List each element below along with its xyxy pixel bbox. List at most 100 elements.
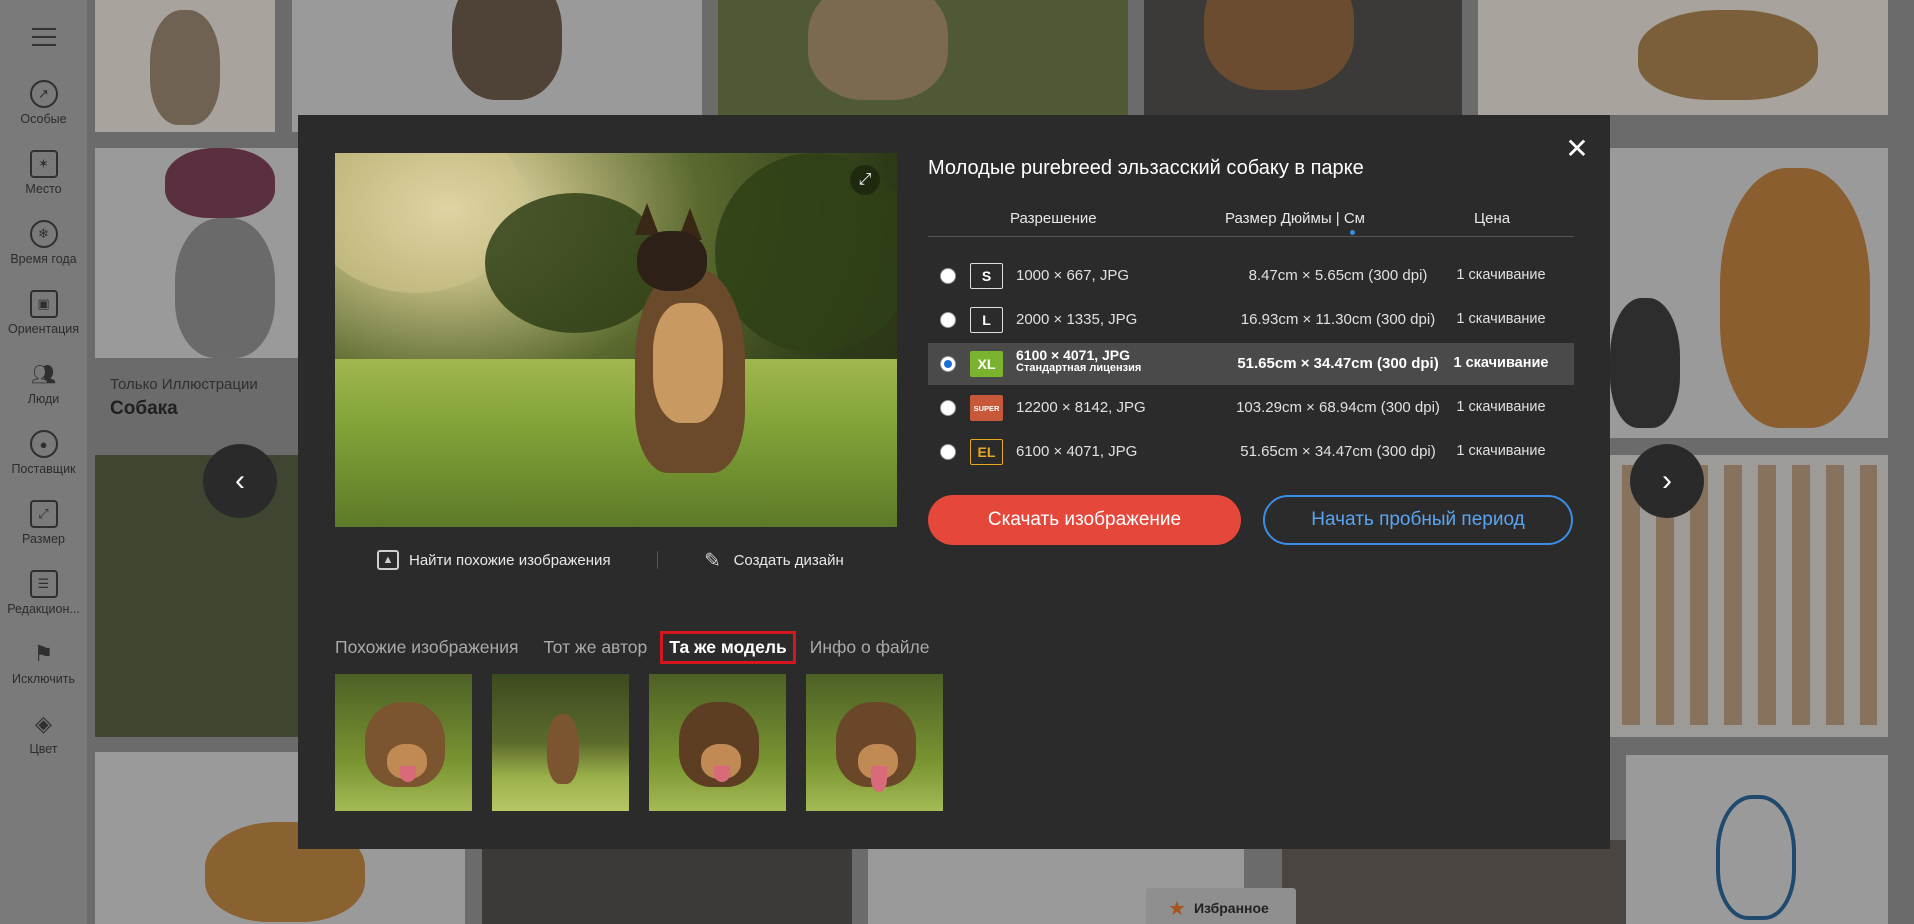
category-small-label: Только Иллюстрации (110, 376, 258, 393)
sidebar-item-orientation[interactable]: ▣ Ориентация (0, 290, 87, 336)
paint-bucket-icon: ◈ (35, 711, 52, 736)
star-icon: ★ (1168, 897, 1186, 920)
sidebar-item-label: Ориентация (8, 322, 79, 336)
sidebar-item-label: Редакцион... (7, 602, 80, 616)
orientation-icon: ▣ (29, 290, 58, 318)
size-option-row[interactable]: S 1000 × 667, JPG 8.47cm × 5.65cm (300 d… (928, 255, 1574, 297)
category-title[interactable]: Собака (110, 398, 178, 420)
image-preview-modal: ✕ ⤢ ▲ Найти похожие изображения ✎ Создат… (298, 115, 1610, 849)
sidebar-item-label: Особые (20, 112, 67, 126)
size-badge-el: EL (970, 439, 1003, 465)
next-image-button[interactable]: › (1630, 444, 1704, 518)
size-radio-selected[interactable] (940, 356, 956, 372)
sidebar-item-location[interactable]: ✶ Место (0, 150, 87, 196)
background-image[interactable] (1478, 0, 1888, 115)
trending-icon: ↗ (29, 80, 58, 108)
expand-icon[interactable]: ⤢ (850, 165, 880, 195)
size-badge-xl: XL (970, 351, 1003, 377)
tab-file-info[interactable]: Инфо о файле (810, 637, 930, 658)
download-button[interactable]: Скачать изображение (928, 495, 1241, 545)
favorites-button[interactable]: ★ Избранное (1146, 888, 1296, 924)
tab-same-author[interactable]: Тот же автор (543, 637, 647, 658)
editorial-icon: ☰ (29, 570, 58, 598)
sidebar-item-editorial[interactable]: ☰ Редакцион... (0, 570, 87, 616)
size-option-row-selected[interactable]: XL 6100 × 4071, JPG Стандартная лицензия… (928, 343, 1574, 385)
price-value: 1 скачивание (1453, 355, 1549, 371)
start-trial-button[interactable]: Начать пробный период (1263, 495, 1573, 545)
size-radio[interactable] (940, 312, 956, 328)
background-image[interactable] (1144, 0, 1462, 115)
size-option-row[interactable]: L 2000 × 1335, JPG 16.93cm × 11.30cm (30… (928, 299, 1574, 341)
location-icon: ✶ (29, 150, 58, 178)
price-header: Цена (1474, 210, 1511, 227)
size-option-row[interactable]: EL 6100 × 4071, JPG 51.65cm × 34.47cm (3… (928, 431, 1574, 473)
background-image[interactable] (95, 0, 275, 132)
favorites-label: Избранное (1193, 900, 1269, 916)
resolution-value: 1000 × 667, JPG (1016, 267, 1129, 284)
exclude-icon: ⚑ (33, 641, 54, 666)
unit-indicator (1350, 230, 1355, 235)
price-value: 1 скачивание (1456, 399, 1546, 415)
related-thumbnail[interactable] (335, 674, 472, 811)
image-title: Молодые purebreed эльзасский собаку в па… (928, 157, 1364, 179)
sidebar-item-season[interactable]: ❄ Время года (0, 220, 87, 266)
size-badge-s: S (970, 263, 1003, 289)
sidebar-item-supplier[interactable]: ● Поставщик (0, 430, 87, 476)
background-illustration[interactable] (1626, 755, 1888, 924)
previous-image-button[interactable]: ‹ (203, 444, 277, 518)
resolution-value: 6100 × 4071, JPG (1016, 347, 1131, 363)
main-preview-image[interactable]: ⤢ (335, 153, 897, 527)
find-similar-button[interactable]: ▲ Найти похожие изображения (377, 550, 611, 570)
background-illustration[interactable] (95, 148, 300, 358)
tab-same-model[interactable]: Та же модель (660, 630, 796, 664)
sidebar: ↗ Особые ✶ Место ❄ Время года ▣ Ориентац… (0, 0, 87, 924)
related-tabs: Похожие изображения Тот же автор Та же м… (335, 630, 954, 664)
chevron-right-icon: › (1662, 464, 1672, 497)
size-radio[interactable] (940, 400, 956, 416)
background-image[interactable] (718, 0, 1128, 115)
hamburger-menu-icon[interactable] (32, 28, 56, 46)
find-similar-label: Найти похожие изображения (409, 551, 611, 569)
chevron-left-icon: ‹ (235, 464, 245, 497)
supplier-icon: ● (29, 430, 58, 458)
sidebar-item-size[interactable]: ⤢ Размер (0, 500, 87, 546)
tab-similar-images[interactable]: Похожие изображения (335, 637, 518, 658)
background-image[interactable] (292, 0, 702, 132)
sidebar-item-label: Размер (22, 532, 65, 546)
related-thumbnail[interactable] (806, 674, 943, 811)
background-image[interactable] (1282, 840, 1626, 924)
sidebar-item-label: Время года (10, 252, 77, 266)
create-design-label: Создать дизайн (733, 551, 844, 569)
create-design-button[interactable]: ✎ Создать дизайн (702, 549, 844, 572)
sidebar-item-label: Исключить (12, 672, 75, 686)
size-unit-toggle[interactable]: Размер Дюймы | См (1225, 210, 1365, 227)
people-icon: 👥︎ (30, 363, 57, 386)
sidebar-item-label: Цвет (29, 742, 58, 756)
resolution-header: Разрешение (1010, 210, 1097, 227)
resize-icon: ⤢ (29, 500, 58, 528)
size-table-header: Разрешение Размер Дюймы | См Цена (928, 197, 1574, 237)
related-thumbnail[interactable] (649, 674, 786, 811)
sidebar-item-label: Люди (27, 392, 60, 406)
size-radio[interactable] (940, 268, 956, 284)
sidebar-item-people[interactable]: 👥︎ Люди (0, 360, 87, 407)
price-value: 1 скачивание (1456, 267, 1546, 283)
related-thumbnail[interactable] (492, 674, 629, 811)
size-radio[interactable] (940, 444, 956, 460)
close-icon[interactable]: ✕ (1564, 135, 1590, 163)
price-value: 1 скачивание (1456, 311, 1546, 327)
resolution-value: 12200 × 8142, JPG (1016, 399, 1146, 416)
background-image[interactable] (1610, 148, 1888, 438)
background-image[interactable] (482, 840, 852, 924)
related-thumbnails (335, 674, 943, 811)
sidebar-item-exclude[interactable]: ⚑ Исключить (0, 640, 87, 686)
sidebar-item-special[interactable]: ↗ Особые (0, 80, 87, 126)
price-value: 1 скачивание (1456, 443, 1546, 459)
divider (656, 551, 658, 569)
size-option-row[interactable]: SUPER 12200 × 8142, JPG 103.29cm × 68.94… (928, 387, 1574, 429)
resolution-value: 6100 × 4071, JPG (1016, 443, 1138, 460)
license-label: Стандартная лицензия (1016, 362, 1142, 374)
size-badge-l: L (970, 307, 1003, 333)
sidebar-item-color[interactable]: ◈ Цвет (0, 710, 87, 756)
design-tools-icon: ✎ (704, 549, 721, 572)
